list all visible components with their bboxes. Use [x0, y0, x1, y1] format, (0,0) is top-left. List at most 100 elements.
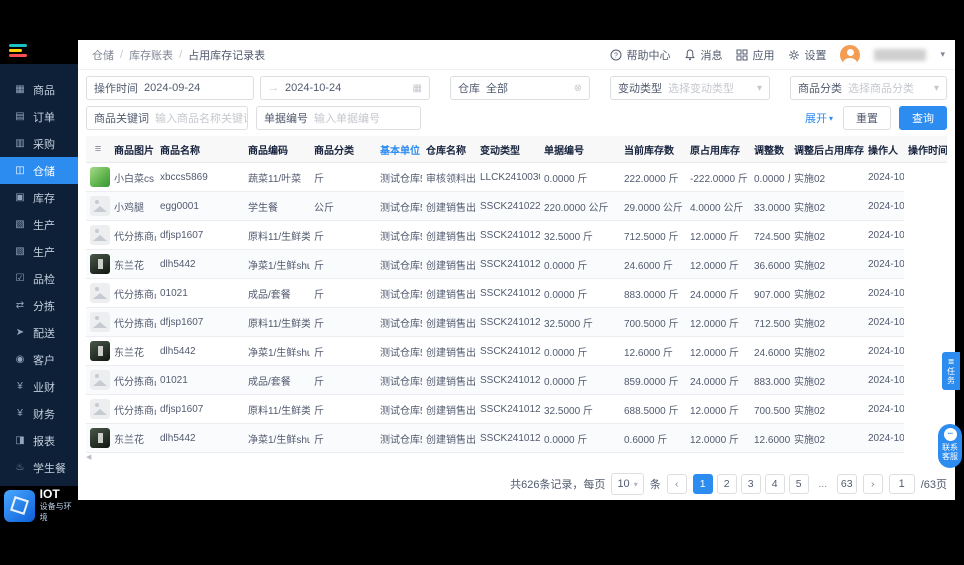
doc-link[interactable]: SSCK24101200004 — [476, 220, 540, 250]
task-float-button[interactable]: ≣ 任务 — [942, 352, 960, 390]
table-row[interactable]: 代分拣商品dfjsp1607原料11/生鲜类斤测试仓库5创建销售出库SSCK24… — [86, 220, 947, 250]
settings-button[interactable]: 设置 — [788, 47, 826, 63]
app-logo[interactable] — [9, 44, 27, 57]
doc-link[interactable]: SSCK24101200003 — [476, 278, 540, 308]
cell-adjust: 24.0000 斤 — [686, 365, 750, 395]
product-thumbnail — [90, 167, 110, 187]
column-header[interactable]: 仓库名称 — [422, 136, 476, 163]
column-header[interactable]: 商品分类 — [310, 136, 376, 163]
date-from-field[interactable]: 操作时间 2024-09-24 — [86, 76, 254, 100]
sidebar-item-quality[interactable]: ☑ 品检 — [0, 265, 78, 292]
cell-code: dlh5442 — [156, 249, 244, 279]
sidebar-item-finance[interactable]: ¥ 财务 — [0, 400, 78, 427]
service-float-button[interactable]: ··· 联系客服 — [938, 424, 962, 468]
sidebar-item-purchase[interactable]: ▥ 采购 — [0, 130, 78, 157]
sidebar-item-business-finance[interactable]: ¥ 业财 — [0, 373, 78, 400]
table-row[interactable]: 小鸡腿egg0001学生餐公斤测试仓库5创建销售出库SSCK2410220000… — [86, 191, 947, 221]
expand-toggle[interactable]: 展开 ▾ — [805, 110, 833, 126]
next-page-button[interactable]: › — [862, 474, 883, 494]
change-type-select[interactable]: 变动类型 选择变动类型 ▾ — [610, 76, 770, 100]
help-center-button[interactable]: ? 帮助中心 — [610, 47, 670, 63]
doc-link[interactable]: SSCK24101200002 — [476, 394, 540, 424]
cell-operator: 实施02 — [790, 365, 864, 395]
doc-number-input[interactable]: 单据编号 输入单据编号 — [256, 106, 421, 130]
column-header[interactable]: 变动类型 — [476, 136, 540, 163]
doc-link[interactable]: SSCK24102200001 — [476, 191, 540, 221]
clear-icon[interactable]: ⊗ — [574, 83, 582, 94]
iot-badge[interactable]: IOT 设备与环境 — [4, 488, 78, 523]
scroll-left-arrow-icon[interactable]: ◀ — [86, 453, 947, 463]
svg-text:?: ? — [615, 52, 619, 59]
sidebar-item-warehouse[interactable]: ◫ 仓储 — [0, 157, 78, 184]
table-row[interactable]: 代分拣商品-单位换算01021成品/套餐斤测试仓库5创建销售出库SSCK2410… — [86, 278, 947, 308]
doc-link[interactable]: SSCK24101200001 — [476, 423, 540, 453]
doc-link[interactable]: SSCK24101200002 — [476, 365, 540, 395]
column-header[interactable]: 调整数 — [750, 136, 790, 163]
search-button[interactable]: 查询 — [899, 106, 947, 130]
table-row[interactable]: 东兰花dlh5442净菜1/生鲜shu菜类...斤测试仓库5创建销售出库SSCK… — [86, 423, 947, 453]
messages-button[interactable]: 消息 — [684, 47, 722, 63]
table-row[interactable]: 小白菜csxbccs5869蔬菜11/叶菜斤测试仓库5审核领料出库LLCK241… — [86, 162, 947, 192]
sidebar-item-reports[interactable]: ◨ 报表 — [0, 427, 78, 454]
date-to-field[interactable]: → 2024-10-24 ▦ — [260, 76, 430, 100]
breadcrumb-item[interactable]: 库存账表 — [129, 47, 173, 63]
sidebar-item-customer[interactable]: ◉ 客户 — [0, 346, 78, 373]
column-header[interactable]: 操作时间 — [904, 136, 947, 163]
cell-operator: 实施02 — [790, 191, 864, 221]
apps-button[interactable]: 应用 — [736, 47, 774, 63]
sidebar-item-inventory[interactable]: ▣ 库存 — [0, 184, 78, 211]
keyword-input[interactable]: 商品关键词 输入商品名称关键词 — [86, 106, 248, 130]
doc-link[interactable]: LLCK24100300001 — [476, 162, 540, 192]
page-button[interactable]: 3 — [740, 474, 761, 494]
doc-link[interactable]: SSCK24101200003 — [476, 307, 540, 337]
sidebar-item-label: 业财 — [33, 381, 55, 394]
cell-after: 907.0000 斤 — [750, 278, 790, 308]
breadcrumb-item[interactable]: 仓储 — [92, 47, 114, 63]
table-row[interactable]: 东兰花dlh5442净菜1/生鲜shu菜类...斤测试仓库5创建销售出库SSCK… — [86, 249, 947, 279]
prev-page-button[interactable]: ‹ — [666, 474, 687, 494]
sidebar-item-student-meal[interactable]: ♨ 学生餐 — [0, 454, 78, 481]
column-settings-icon[interactable]: ≡ — [86, 136, 110, 163]
page-button[interactable]: 2 — [716, 474, 737, 494]
sidebar-item-goods[interactable]: ▦ 商品 — [0, 76, 78, 103]
column-header[interactable]: 基本单位 — [376, 136, 422, 163]
page-button[interactable]: 1 — [692, 474, 713, 494]
reset-button[interactable]: 重置 — [843, 106, 891, 130]
column-header[interactable]: 调整后占用库存 — [790, 136, 864, 163]
cell-name: 代分拣商品 — [110, 307, 156, 337]
column-header[interactable]: 单据编号 — [540, 136, 620, 163]
page-list: 1 2 3 4 5... 63 — [692, 474, 857, 494]
breadcrumb-item[interactable]: 占用库存记录表 — [188, 47, 265, 63]
table-row[interactable]: 代分拣商品dfjsp1607原料11/生鲜类斤测试仓库5创建销售出库SSCK24… — [86, 394, 947, 424]
doc-link[interactable]: SSCK24101200002 — [476, 336, 540, 366]
table-row[interactable]: 东兰花dlh5442净菜1/生鲜shu菜类...斤测试仓库5创建销售出库SSCK… — [86, 336, 947, 366]
doc-link[interactable]: SSCK24101200003 — [476, 249, 540, 279]
sidebar-item-delivery[interactable]: ➤ 配送 — [0, 319, 78, 346]
sidebar-item-production[interactable]: ▧ 生产 — [0, 238, 78, 265]
table-row[interactable]: 代分拣商品dfjsp1607原料11/生鲜类斤测试仓库5创建销售出库SSCK24… — [86, 307, 947, 337]
column-header[interactable]: 商品名称 — [156, 136, 244, 163]
column-header[interactable]: 操作人 — [864, 136, 904, 163]
cell-after: 883.0000 斤 — [750, 365, 790, 395]
cell-type: 创建销售出库 — [422, 365, 476, 395]
column-header[interactable]: 原占用库存 — [686, 136, 750, 163]
category-select[interactable]: 商品分类 选择商品分类 ▾ — [790, 76, 947, 100]
cell-current: 32.5000 斤 — [540, 307, 620, 337]
page-size-select[interactable]: 10 ▾ — [611, 473, 644, 495]
page-button[interactable]: 5 — [788, 474, 809, 494]
column-header[interactable]: 商品图片 — [110, 136, 156, 163]
page-button[interactable]: 63 — [836, 474, 857, 494]
chevron-down-icon[interactable]: ▾ — [940, 49, 945, 60]
cell-before: 222.0000 斤 — [620, 162, 686, 192]
page-button[interactable]: 4 — [764, 474, 785, 494]
page-jump-input[interactable]: 1 — [888, 474, 915, 494]
warehouse-select[interactable]: 仓库 全部 ⊗ — [450, 76, 590, 100]
avatar[interactable] — [840, 44, 861, 65]
column-header[interactable]: 当前库存数 — [620, 136, 686, 163]
sidebar-item-orders[interactable]: ▤ 订单 — [0, 103, 78, 130]
table-row[interactable]: 代分拣商品-单位换算01021成品/套餐斤测试仓库5创建销售出库SSCK2410… — [86, 365, 947, 395]
column-header[interactable]: 商品编码 — [244, 136, 310, 163]
sidebar-item-sorting[interactable]: ⇄ 分拣 — [0, 292, 78, 319]
sidebar-item-production[interactable]: ▧ 生产 — [0, 211, 78, 238]
chevron-down-icon: ▾ — [756, 82, 762, 94]
